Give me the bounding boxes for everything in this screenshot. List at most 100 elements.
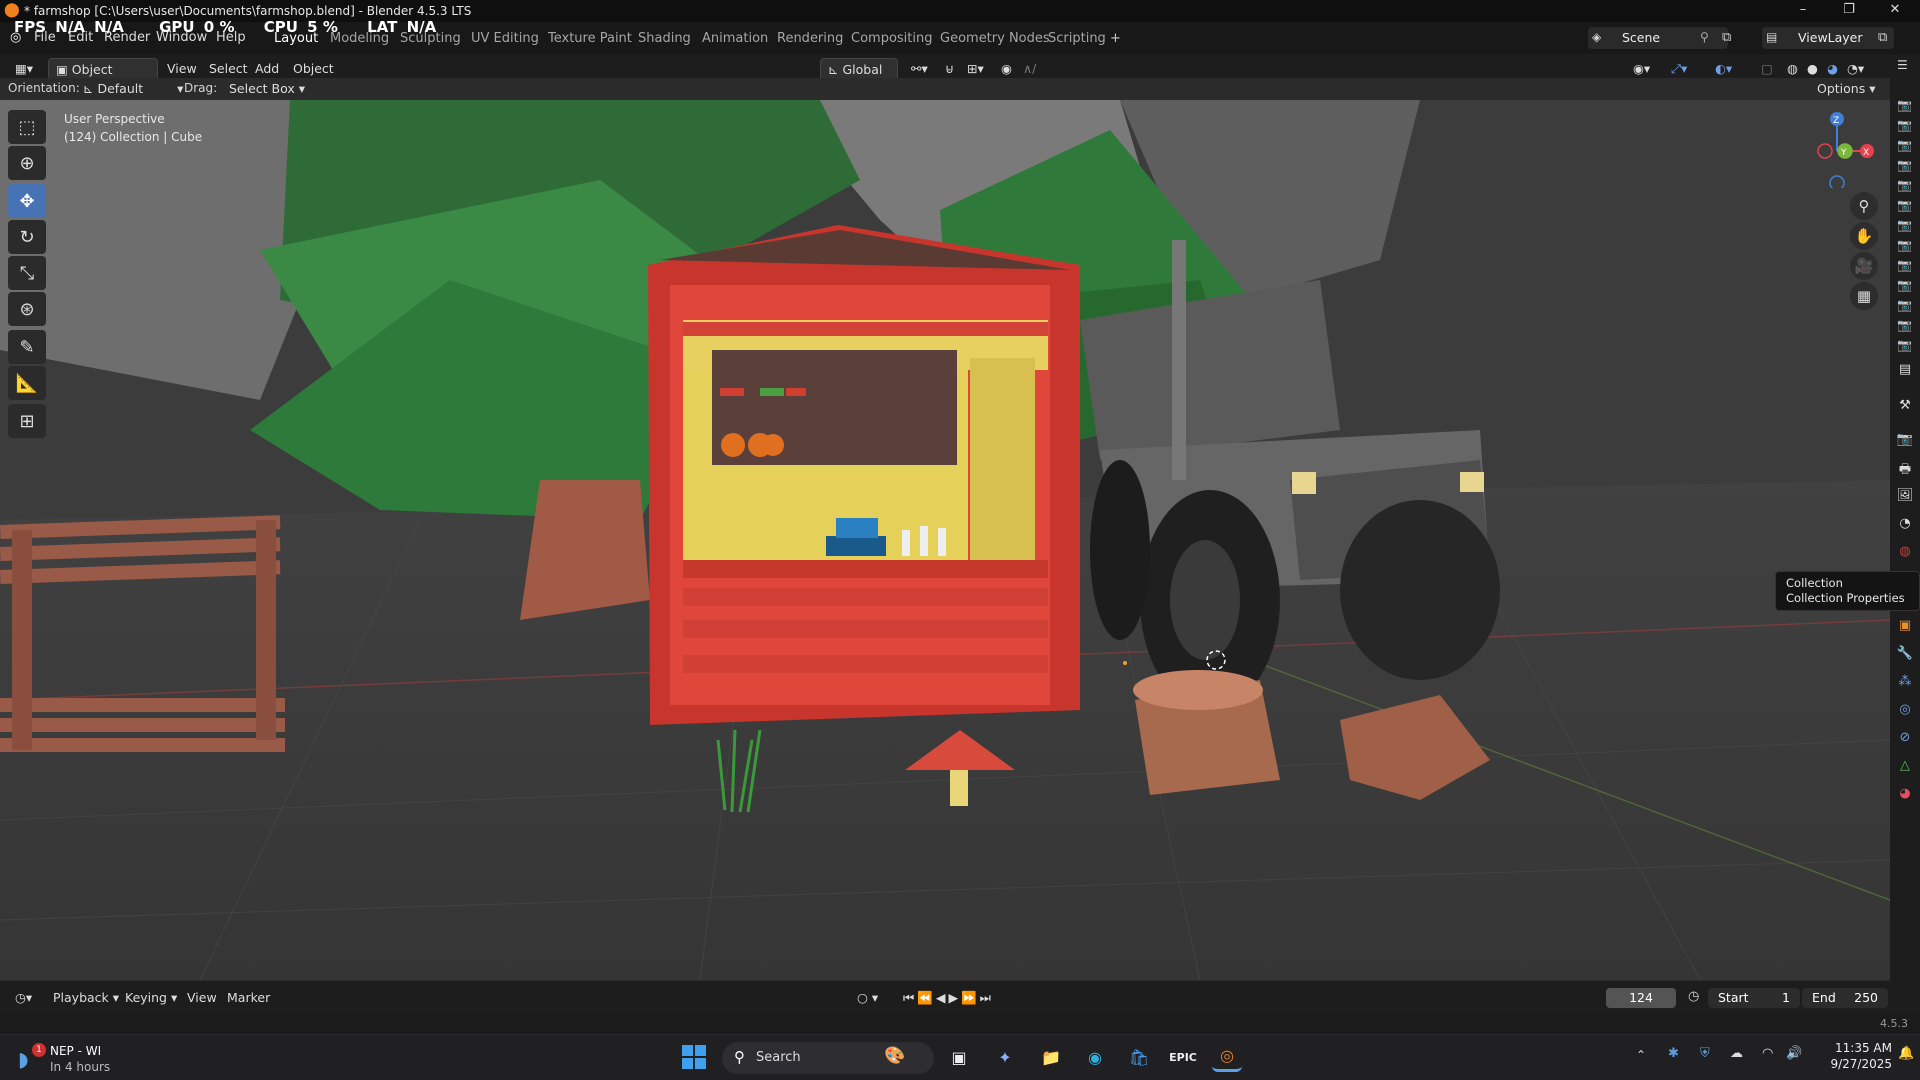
move-tool-icon[interactable]: ✥	[8, 184, 46, 218]
store-icon[interactable]: 🛍	[1124, 1042, 1154, 1072]
menu-view[interactable]: View	[160, 58, 204, 80]
end-frame-field[interactable]: End 250	[1802, 988, 1888, 1008]
wifi-icon[interactable]: ◠	[1762, 1046, 1773, 1061]
camera-visibility-icon[interactable]: 📷	[1897, 118, 1913, 132]
transform-tool-icon[interactable]: ⊛	[8, 292, 46, 326]
overlays-icon[interactable]: ◐▾	[1708, 58, 1739, 80]
new-viewlayer-icon[interactable]: ⧉	[1878, 30, 1887, 45]
camera-visibility-icon[interactable]: 📷	[1897, 158, 1913, 172]
zoom-icon[interactable]: ⚲	[1850, 192, 1878, 220]
play-icon[interactable]: ▶	[948, 990, 961, 1005]
new-scene-icon[interactable]: ⧉	[1722, 30, 1731, 45]
view-layer-properties-icon[interactable]: 🖼	[1895, 488, 1915, 508]
current-frame-field[interactable]: 124	[1606, 988, 1676, 1008]
measure-tool-icon[interactable]: 📐	[8, 366, 46, 400]
marker-menu[interactable]: Marker	[220, 987, 277, 1009]
visibility-icon[interactable]: ◉▾	[1626, 58, 1657, 80]
rotate-tool-icon[interactable]: ↻	[8, 220, 46, 254]
orientation-select[interactable]: ⊾ Default ▾	[76, 78, 190, 100]
ortho-grid-icon[interactable]: ▦	[1850, 282, 1878, 310]
3d-viewport[interactable]	[0, 100, 1890, 980]
keying-menu[interactable]: Keying ▾	[118, 987, 184, 1009]
pin-icon[interactable]: ⚲	[1700, 30, 1709, 44]
annotate-tool-icon[interactable]: ✎	[8, 330, 46, 364]
menu-select[interactable]: Select	[202, 58, 255, 80]
camera-visibility-icon[interactable]: 📷	[1897, 218, 1913, 232]
viewlayer-selector[interactable]: ▤ ViewLayer	[1762, 27, 1894, 49]
physics-properties-icon[interactable]: ◎	[1895, 702, 1915, 722]
close-button[interactable]: ✕	[1872, 0, 1918, 22]
timeline-view-menu[interactable]: View	[180, 987, 224, 1009]
bluetooth-icon[interactable]: ✱	[1668, 1046, 1679, 1061]
epic-games-icon[interactable]: EPIC	[1168, 1042, 1198, 1072]
clock[interactable]: 11:35 AM 9/27/2025	[1822, 1040, 1892, 1072]
jump-end-icon[interactable]: ⏭	[980, 990, 994, 1005]
mode-selector[interactable]: ▣ Object Mode ▾	[48, 58, 158, 99]
menu-object[interactable]: Object	[286, 58, 341, 80]
data-properties-icon[interactable]: △	[1895, 758, 1915, 778]
notifications-icon[interactable]: 🔔	[1898, 1046, 1914, 1061]
camera-view-icon[interactable]: 🎥	[1850, 252, 1878, 280]
camera-visibility-icon[interactable]: 📷	[1897, 198, 1913, 212]
prev-keyframe-icon[interactable]: ⏪	[917, 990, 936, 1005]
select-box-tool-icon[interactable]: ⬚	[8, 110, 46, 144]
minimize-button[interactable]: –	[1780, 0, 1826, 22]
falloff-icon[interactable]: ∧∕	[1016, 58, 1043, 80]
tab-shading[interactable]: Shading	[638, 31, 691, 46]
weather-widget[interactable]: ◗ 1 NEP - WI In 4 hours	[14, 1043, 134, 1075]
blender-taskbar-icon[interactable]: ◎	[1212, 1042, 1242, 1072]
volume-icon[interactable]: 🔊	[1786, 1046, 1802, 1061]
auto-keying-icon[interactable]: ○ ▾	[850, 987, 885, 1009]
transform-orientation-select[interactable]: ⊾ Global ▾	[820, 58, 898, 99]
edge-browser-icon[interactable]: ◉	[1080, 1042, 1110, 1072]
camera-visibility-icon[interactable]: 📷	[1897, 178, 1913, 192]
add-workspace-button[interactable]: +	[1110, 31, 1121, 46]
snap-icon[interactable]: ⊌	[938, 58, 961, 80]
play-reverse-icon[interactable]: ◀	[936, 990, 949, 1005]
editor-type-button[interactable]: ▦▾	[8, 58, 40, 80]
tab-rendering[interactable]: Rendering	[777, 31, 843, 46]
cursor-tool-icon[interactable]: ⊕	[8, 146, 46, 180]
copilot-icon[interactable]: ✦	[990, 1042, 1020, 1072]
material-properties-icon[interactable]: ◕	[1895, 786, 1915, 806]
menu-add[interactable]: Add	[248, 58, 286, 80]
maximize-button[interactable]: ❐	[1826, 0, 1872, 22]
gizmo-toggle-icon[interactable]: ⤢▾	[1664, 58, 1694, 80]
xray-icon[interactable]: ▢	[1754, 58, 1780, 80]
camera-visibility-icon[interactable]: 📷	[1897, 98, 1913, 112]
camera-visibility-icon[interactable]: 📷	[1897, 298, 1913, 312]
scene-properties-icon[interactable]: ◔	[1895, 516, 1915, 536]
drag-select[interactable]: Select Box ▾	[222, 78, 312, 100]
world-properties-icon[interactable]: ◍	[1895, 544, 1915, 564]
modifier-properties-icon[interactable]: 🔧	[1895, 646, 1915, 666]
rendered-shading-icon[interactable]: ◔▾	[1840, 58, 1871, 80]
scene-selector[interactable]: ◈ Scene ⚲	[1588, 27, 1728, 49]
tool-properties-icon[interactable]: ⚒	[1895, 398, 1915, 418]
object-properties-icon[interactable]: ▣	[1895, 618, 1915, 638]
scale-tool-icon[interactable]: ⤡	[8, 256, 46, 290]
options-button[interactable]: Options ▾	[1810, 78, 1882, 100]
timeline-editor-type-icon[interactable]: ◷▾	[8, 987, 39, 1009]
output-properties-icon[interactable]: 🖶	[1895, 460, 1915, 480]
camera-visibility-icon[interactable]: 📷	[1897, 238, 1913, 252]
security-icon[interactable]: ⛨	[1700, 1046, 1710, 1061]
tab-geometry-nodes[interactable]: Geometry Nodes	[940, 31, 1050, 46]
camera-visibility-icon[interactable]: 📷	[1897, 138, 1913, 152]
constraints-properties-icon[interactable]: ⊘	[1895, 730, 1915, 750]
jump-start-icon[interactable]: ⏮	[903, 990, 917, 1005]
start-frame-field[interactable]: Start 1	[1708, 988, 1800, 1008]
start-button[interactable]	[680, 1043, 708, 1071]
add-cube-tool-icon[interactable]: ⊞	[8, 404, 46, 438]
clock-icon[interactable]: ◷	[1688, 989, 1699, 1004]
show-hidden-icons[interactable]: ⌃	[1636, 1048, 1646, 1062]
tab-uv-editing[interactable]: UV Editing	[471, 31, 539, 46]
next-keyframe-icon[interactable]: ⏩	[961, 990, 980, 1005]
camera-visibility-icon[interactable]: 📷	[1897, 318, 1913, 332]
camera-visibility-icon[interactable]: 📷	[1897, 338, 1913, 352]
camera-visibility-icon[interactable]: 📷	[1897, 258, 1913, 272]
tab-scripting[interactable]: Scripting	[1048, 31, 1106, 46]
navigation-gizmo[interactable]: Z Y X	[1795, 108, 1875, 191]
onedrive-icon[interactable]: ☁	[1730, 1046, 1743, 1061]
particles-properties-icon[interactable]: ⁂	[1895, 674, 1915, 694]
task-view-icon[interactable]: ▣	[944, 1042, 974, 1072]
